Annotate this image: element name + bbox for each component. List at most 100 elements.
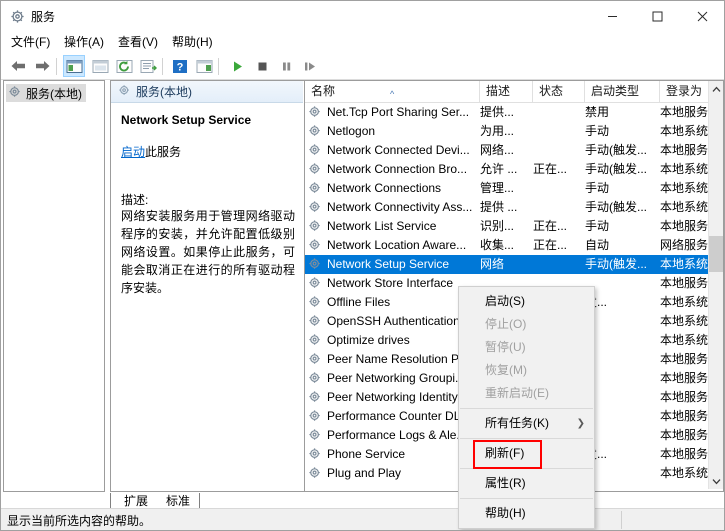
service-name-cell: Network Connectivity Ass... (327, 200, 472, 214)
scroll-down-icon[interactable] (709, 473, 723, 489)
service-startup-cell: 禁用 (585, 105, 610, 119)
detail-pane-header: 服务(本地) (111, 81, 303, 103)
table-row[interactable]: Network Connectivity Ass... 提供 ... 手动(触发..… (305, 198, 709, 217)
start-service-link[interactable]: 启动 (121, 145, 145, 159)
service-logon-cell: 网络服务 (660, 238, 709, 252)
service-name-cell: Network Connection Bro... (327, 162, 468, 176)
properties-icon[interactable] (137, 55, 159, 77)
service-name-cell: Net.Tcp Port Sharing Ser... (327, 105, 470, 119)
sidebar-item-services-local[interactable]: 服务(本地) (6, 84, 86, 102)
menu-separator (460, 408, 593, 409)
minimize-button[interactable] (590, 1, 635, 31)
ctx-all-tasks[interactable]: 所有任务(K) ❯ (459, 412, 594, 435)
table-row[interactable]: Network List Service 识别... 正在... 手动 本地服务 (305, 217, 709, 236)
scroll-thumb[interactable] (709, 236, 723, 272)
service-gear-icon (308, 371, 324, 387)
show-hide-console-tree-icon[interactable] (63, 55, 85, 77)
service-logon-cell: 本地服务 (660, 447, 709, 461)
service-logon-cell: 本地服务 (660, 219, 709, 233)
service-name-cell: Network Location Aware... (327, 238, 467, 252)
service-startup-cell (585, 426, 657, 445)
list-header: 名称 ^ 描述 状态 启动类型 登录为 (305, 81, 723, 103)
column-log-on-as[interactable]: 登录为 (660, 81, 709, 102)
table-row[interactable]: Network Location Aware... 收集... 正在... 自动 网络服… (305, 236, 709, 255)
ctx-properties[interactable]: 属性(R) (459, 472, 594, 495)
menu-help[interactable]: 帮助(H) (168, 34, 217, 51)
title-bar: 服务 (1, 1, 724, 32)
gear-icon (118, 84, 131, 100)
service-gear-icon (308, 257, 324, 273)
scroll-up-icon[interactable] (709, 81, 723, 97)
start-service-icon[interactable] (226, 55, 248, 77)
selected-service-title: Network Setup Service (121, 113, 252, 127)
table-row[interactable]: Network Connection Bro... 允许 ... 正在... 手动(触… (305, 160, 709, 179)
service-logon-cell: 本地服务 (660, 390, 709, 404)
restart-service-icon[interactable] (299, 55, 321, 77)
service-status-cell (533, 198, 581, 217)
column-status[interactable]: 状态 (533, 81, 585, 102)
service-startup-cell (585, 388, 657, 407)
service-name-cell: OpenSSH Authentication (327, 314, 460, 328)
service-gear-icon (308, 238, 324, 254)
service-name-cell: Offline Files (327, 295, 391, 309)
service-gear-icon (308, 143, 324, 159)
toolbar-separator (56, 58, 57, 75)
service-gear-icon (308, 466, 324, 482)
service-startup-cell: 发... (585, 447, 608, 461)
maximize-button[interactable] (635, 1, 680, 31)
context-menu: 启动(S) 停止(O) 暂停(U) 恢复(M) 重新启动(E) 所有任务(K) ❯ 刷新(F)… (458, 286, 595, 529)
column-name[interactable]: 名称 ^ (305, 81, 480, 102)
export-list-icon[interactable] (89, 55, 111, 77)
service-description-cell: 收集... (480, 238, 515, 252)
service-name-cell: Optimize drives (327, 333, 410, 347)
service-startup-cell (585, 350, 657, 369)
table-row[interactable]: Network Setup Service 网络 手动(触发... 本地系统 (305, 255, 709, 274)
table-row[interactable]: Netlogon 为用... 手动 本地系统 (305, 122, 709, 141)
gear-icon (10, 9, 26, 25)
service-startup-cell: 手动(触发... (585, 257, 647, 271)
chevron-right-icon: ❯ (576, 418, 585, 429)
service-name-cell: Network Setup Service (327, 257, 450, 271)
service-logon-cell: 本地系统 (660, 181, 709, 195)
service-logon-cell: 本地服务 (660, 105, 709, 119)
menu-action[interactable]: 操作(A) (60, 34, 108, 51)
back-icon[interactable] (7, 55, 29, 77)
service-startup-cell: 发... (585, 295, 608, 309)
toolbar-separator (162, 58, 163, 75)
table-row[interactable]: Net.Tcp Port Sharing Ser... 提供... 禁用 本地服务 (305, 103, 709, 122)
service-logon-cell: 本地服务 (660, 428, 709, 442)
service-logon-cell: 本地系统 (660, 466, 709, 480)
service-name-cell: Plug and Play (327, 466, 402, 480)
help-icon[interactable]: ? (169, 55, 191, 77)
ctx-refresh[interactable]: 刷新(F) (459, 442, 594, 465)
toolbar-separator (218, 58, 219, 75)
ctx-start[interactable]: 启动(S) (459, 290, 594, 313)
service-name-cell: Performance Logs & Ale... (327, 428, 467, 442)
service-logon-cell: 本地系统 (660, 333, 709, 347)
forward-icon[interactable] (31, 55, 53, 77)
ctx-help[interactable]: 帮助(H) (459, 502, 594, 525)
refresh-icon[interactable] (113, 55, 135, 77)
service-gear-icon (308, 447, 324, 463)
table-row[interactable]: Network Connected Devi... 网络... 手动(触发... 本地… (305, 141, 709, 160)
list-vertical-scrollbar[interactable] (708, 81, 723, 489)
menu-file[interactable]: 文件(F) (7, 34, 54, 51)
column-startup-type[interactable]: 启动类型 (585, 81, 660, 102)
menu-separator (460, 498, 593, 499)
close-button[interactable] (680, 1, 724, 31)
column-description[interactable]: 描述 (480, 81, 533, 102)
service-startup-cell (585, 464, 657, 483)
service-name-cell: Peer Name Resolution P... (327, 352, 468, 366)
service-startup-cell: 手动 (585, 181, 610, 195)
menu-view[interactable]: 查看(V) (114, 34, 162, 51)
service-logon-cell: 本地系统 (660, 200, 709, 214)
show-action-pane-icon[interactable] (193, 55, 215, 77)
service-gear-icon (308, 200, 324, 216)
service-logon-cell: 本地系统 (660, 124, 709, 138)
service-logon-cell: 本地服务 (660, 352, 709, 366)
service-logon-cell: 本地系统 (660, 257, 709, 271)
table-row[interactable]: Network Connections 管理... 手动 本地系统 (305, 179, 709, 198)
stop-service-icon[interactable] (251, 55, 273, 77)
pause-service-icon[interactable] (275, 55, 297, 77)
menu-bar: 文件(F) 操作(A) 查看(V) 帮助(H) (1, 32, 724, 52)
